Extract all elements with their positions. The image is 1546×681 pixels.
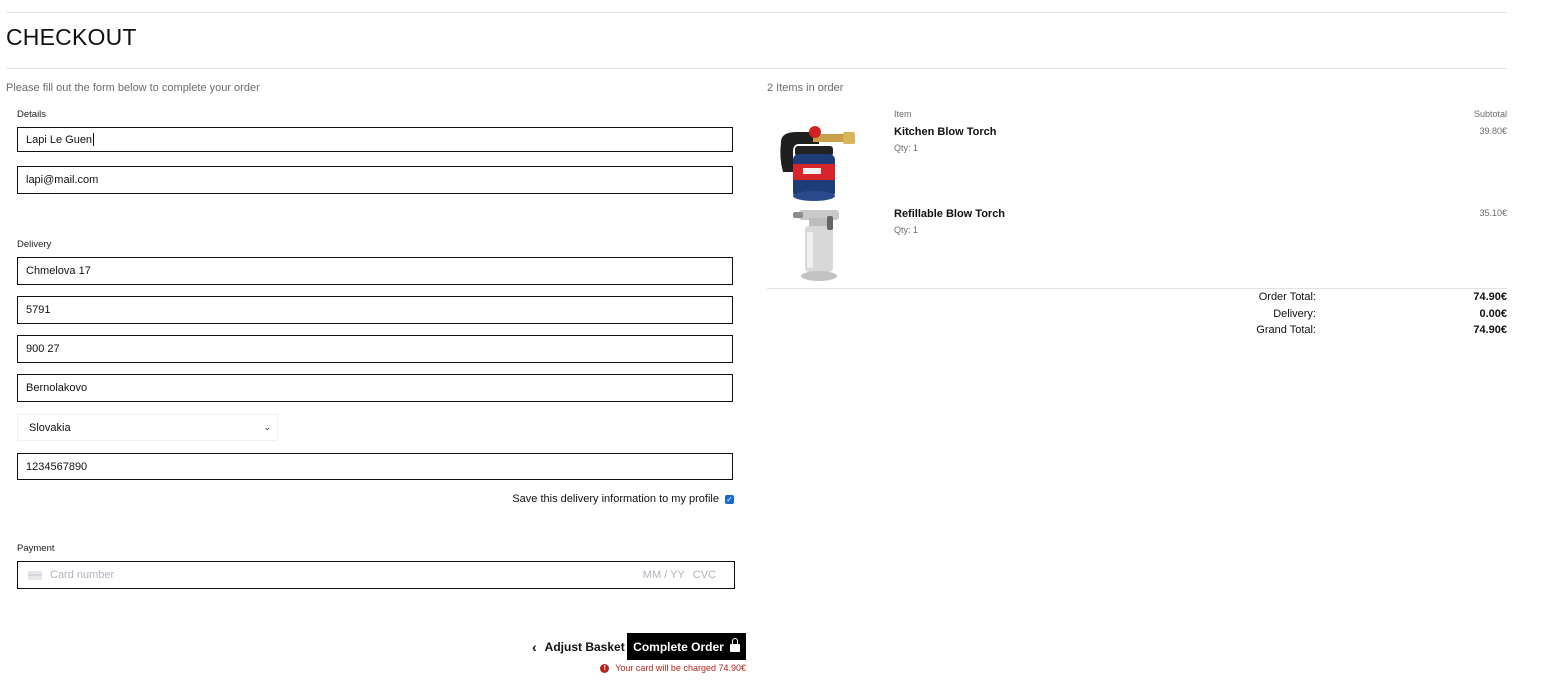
- delivery-label: Delivery: [17, 239, 52, 250]
- card-element[interactable]: Card number MM / YY CVC: [17, 561, 735, 589]
- grand-total-label: Grand Total:: [1256, 324, 1316, 336]
- email-value: lapi@mail.com: [26, 174, 99, 186]
- alert-icon: !: [600, 663, 610, 673]
- charge-notice: ! Your card will be charged 74.90€: [600, 663, 746, 673]
- save-info-label: Save this delivery information to my pro…: [512, 493, 719, 505]
- adjust-basket-label: Adjust Basket: [544, 640, 625, 654]
- item-column-header: Item: [894, 109, 912, 119]
- phone-value: 1234567890: [26, 460, 88, 473]
- adjust-basket-link[interactable]: ‹ Adjust Basket: [532, 639, 625, 655]
- lock-icon: [729, 637, 740, 652]
- product-name: Refillable Blow Torch: [894, 208, 1006, 220]
- postcode-value: 900 27: [26, 343, 60, 355]
- save-info-checkbox[interactable]: ✓: [725, 494, 734, 504]
- product-subtotal: 35.10€: [1479, 208, 1507, 218]
- subtotal-column-header: Subtotal: [1473, 109, 1507, 119]
- product-qty: Qty: 1: [894, 143, 919, 153]
- card-number-placeholder[interactable]: Card number: [50, 569, 643, 581]
- town-field[interactable]: Bernolakovo: [17, 374, 733, 402]
- street-address1-value: Chmelova 17: [26, 265, 91, 277]
- charge-notice-text: Your card will be charged 74.90€: [615, 663, 746, 673]
- full-name-value: Lapi Le Guen: [26, 133, 93, 146]
- order-total-value: 74.90€: [1473, 291, 1507, 303]
- grand-total-value: 74.90€: [1473, 324, 1507, 336]
- product-qty: Qty: 1: [894, 225, 919, 235]
- summary-divider: [767, 288, 1507, 289]
- country-value: Slovakia: [29, 421, 71, 434]
- card-cvc-placeholder[interactable]: CVC: [693, 569, 716, 581]
- form-intro: Please fill out the form below to comple…: [6, 82, 260, 94]
- delivery-cost-label: Delivery:: [1273, 308, 1316, 320]
- details-label: Details: [17, 109, 47, 120]
- product-subtotal: 39.80€: [1479, 126, 1507, 136]
- country-select[interactable]: Slovakia ⌄: [17, 414, 278, 441]
- complete-order-label: Complete Order: [633, 639, 724, 654]
- full-name-field[interactable]: Lapi Le Guen: [17, 127, 733, 152]
- kitchen-blow-torch-image[interactable]: [773, 124, 865, 202]
- email-field[interactable]: lapi@mail.com: [17, 166, 733, 194]
- top-divider: [6, 12, 1507, 13]
- title-divider: [6, 68, 1507, 69]
- street-address2-value: 5791: [26, 304, 51, 316]
- save-info-row[interactable]: Save this delivery information to my pro…: [512, 493, 734, 505]
- card-expiry-placeholder[interactable]: MM / YY: [643, 569, 685, 581]
- chevron-down-icon: ⌄: [263, 422, 271, 432]
- page-title: CHECKOUT: [6, 24, 137, 50]
- street-address2-field[interactable]: 5791: [17, 296, 733, 324]
- postcode-field[interactable]: 900 27: [17, 335, 733, 363]
- chevron-left-icon: ‹: [532, 639, 537, 655]
- delivery-cost-value: 0.00€: [1479, 308, 1507, 320]
- town-value: Bernolakovo: [26, 382, 88, 394]
- phone-field[interactable]: 1234567890: [17, 453, 733, 480]
- product-name: Kitchen Blow Torch: [894, 126, 997, 138]
- payment-label: Payment: [17, 543, 55, 554]
- credit-card-icon: [28, 570, 42, 580]
- refillable-blow-torch-image[interactable]: [787, 206, 851, 284]
- text-cursor: [93, 133, 95, 146]
- order-total-label: Order Total:: [1258, 291, 1316, 303]
- items-in-order-count: 2 Items in order: [767, 82, 844, 94]
- street-address1-field[interactable]: Chmelova 17: [17, 257, 733, 285]
- complete-order-button[interactable]: Complete Order: [627, 633, 746, 660]
